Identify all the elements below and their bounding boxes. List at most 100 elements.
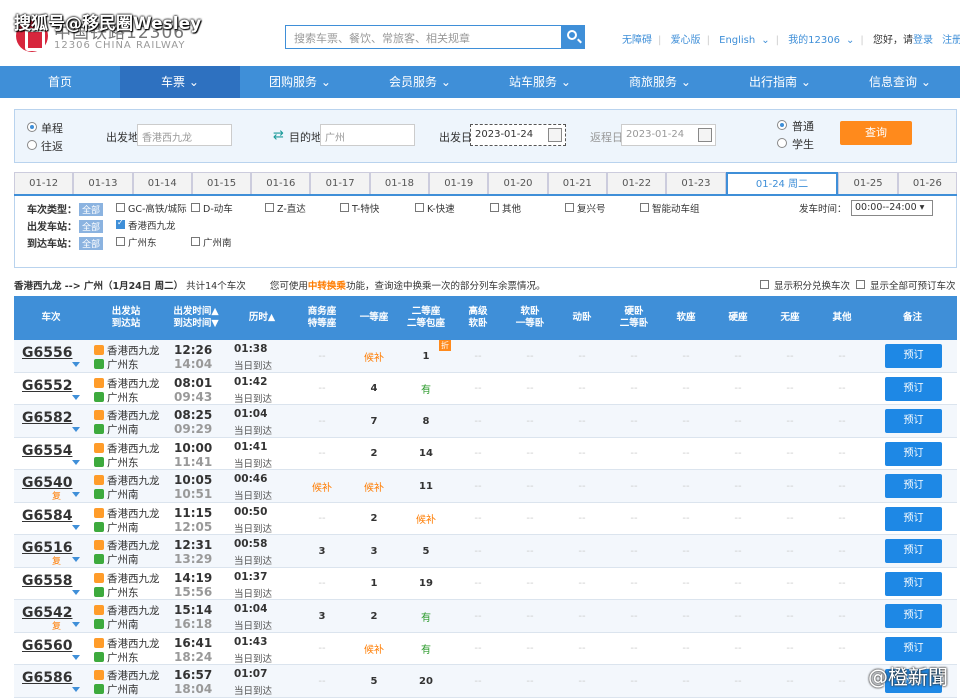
train-type-all-button[interactable]: 全部 [79,203,104,216]
nav-tickets[interactable]: 车票 ⌄ [120,66,240,98]
chevron-down-icon[interactable] [72,459,80,465]
train-type-checkbox[interactable] [565,203,574,212]
chevron-down-icon[interactable] [72,492,80,497]
book-button[interactable]: 预订 [885,539,942,563]
depart-station-all-button[interactable]: 全部 [79,220,104,233]
care-version-link[interactable]: 爱心版 [671,31,701,46]
column-header[interactable]: 历时▲ [228,296,296,340]
date-tab[interactable]: 01-20 [488,172,548,194]
date-tab[interactable]: 01-16 [251,172,311,194]
chevron-down-icon[interactable] [72,394,80,400]
seat-availability[interactable]: 候补 [400,503,452,535]
book-button[interactable]: 预订 [885,506,942,531]
train-number-link[interactable]: G6584 [22,508,72,524]
date-tab[interactable]: 01-15 [191,172,252,194]
train-number-link[interactable]: G6556 [22,345,72,361]
train-type-checkbox[interactable] [191,203,200,212]
date-tab[interactable]: 01-25 [838,172,898,194]
one-way-radio[interactable] [27,122,37,132]
train-type-checkbox[interactable] [265,203,274,212]
train-number-link[interactable]: G6560 [22,638,72,654]
adult-radio[interactable] [777,120,787,130]
book-button[interactable]: 预订 [885,636,942,661]
to-station-input[interactable]: 广州 [320,124,415,146]
book-button[interactable]: 预订 [885,344,942,368]
chevron-down-icon[interactable] [72,524,80,530]
chevron-down-icon[interactable] [72,557,80,562]
round-trip-radio[interactable] [27,140,37,150]
search-button[interactable] [561,25,585,49]
date-tab[interactable]: 01-22 [606,172,667,194]
train-type-checkbox[interactable] [116,203,125,212]
arrive-station-all-button[interactable]: 全部 [79,237,104,250]
accessibility-link[interactable]: 无障碍 [622,31,652,46]
points-trains-checkbox[interactable] [760,280,769,289]
my-12306-link[interactable]: 我的12306 [788,31,840,46]
column-header[interactable]: 出发时间▲ 到达时间▼ [164,296,228,340]
train-number-link[interactable]: G6540 [22,475,72,491]
train-type-checkbox[interactable] [490,203,499,212]
depart-time-select[interactable]: 00:00--24:00 ▾ [851,200,933,216]
chevron-down-icon[interactable] [72,589,80,595]
query-button[interactable]: 查询 [840,121,912,145]
nav-guide[interactable]: 出行指南 ⌄ [720,66,840,98]
train-number-link[interactable]: G6552 [22,378,72,394]
chevron-down-icon[interactable] [72,427,80,432]
book-button[interactable]: 预订 [885,409,942,433]
date-tab[interactable]: 01-13 [73,172,133,194]
chevron-down-icon[interactable] [72,622,80,627]
calendar-icon[interactable] [698,128,712,142]
depart-station-checkbox[interactable] [116,218,125,229]
train-number-link[interactable]: G6516 [22,540,72,556]
book-button[interactable]: 预订 [885,571,942,596]
return-date-input[interactable]: 2023-01-24 [621,124,716,146]
chevron-down-icon[interactable] [72,654,80,660]
nav-business[interactable]: 商旅服务 ⌄ [600,66,720,98]
train-type-checkbox[interactable] [640,203,649,212]
book-button[interactable]: 预订 [885,604,942,628]
seat-availability[interactable]: 候补 [296,470,348,502]
train-type-checkbox[interactable] [340,203,349,212]
english-link[interactable]: English [719,35,755,46]
train-number-link[interactable]: G6558 [22,573,72,589]
arrive-station-checkbox[interactable] [116,237,125,246]
seat-availability[interactable]: 候补 [348,470,400,502]
transfer-link[interactable]: 中转换乘 [308,281,346,292]
date-tab[interactable]: 01-19 [429,172,489,194]
chevron-down-icon[interactable] [72,687,80,692]
date-tab[interactable]: 01-18 [369,172,430,194]
login-link[interactable]: 登录 [913,31,933,46]
arrive-station-checkbox[interactable] [191,237,200,246]
student-radio[interactable] [777,138,787,148]
book-button[interactable]: 预订 [885,376,942,401]
date-tab[interactable]: 01-14 [132,172,192,194]
nav-home[interactable]: 首页 [0,66,120,98]
site-search-input[interactable]: 搜索车票、餐饮、常旅客、相关规章 [285,25,561,49]
seat-availability[interactable]: 候补 [348,633,400,665]
train-number-link[interactable]: G6542 [22,605,72,621]
date-tab[interactable]: 01-23 [666,172,726,194]
calendar-icon[interactable] [548,128,562,142]
date-tab[interactable]: 01-17 [310,172,370,194]
date-tab[interactable]: 01-12 [14,172,74,194]
train-number-link[interactable]: G6554 [22,443,72,459]
train-type-checkbox[interactable] [415,203,424,212]
depart-date-input[interactable]: 2023-01-24 [470,124,566,146]
nav-group[interactable]: 团购服务 ⌄ [240,66,360,98]
date-tab-selected[interactable]: 01-24 周二 [725,172,839,194]
swap-stations-icon[interactable]: ⇄ [273,129,287,143]
date-tab[interactable]: 01-26 [897,172,958,194]
column-header[interactable]: 出发站 到达站 [88,296,164,340]
register-link[interactable]: 注册 [942,31,960,46]
train-number-link[interactable]: G6582 [22,410,72,426]
book-button[interactable]: 预订 [885,441,942,466]
nav-info[interactable]: 信息查询 ⌄ [840,66,960,98]
date-tab[interactable]: 01-21 [547,172,607,194]
from-station-input[interactable]: 香港西九龙 [137,124,232,146]
bookable-trains-checkbox[interactable] [856,280,865,289]
book-button[interactable]: 预订 [885,474,942,498]
nav-station[interactable]: 站车服务 ⌄ [480,66,600,98]
nav-member[interactable]: 会员服务 ⌄ [360,66,480,98]
train-number-link[interactable]: G6586 [22,670,72,686]
chevron-down-icon[interactable] [72,362,80,367]
